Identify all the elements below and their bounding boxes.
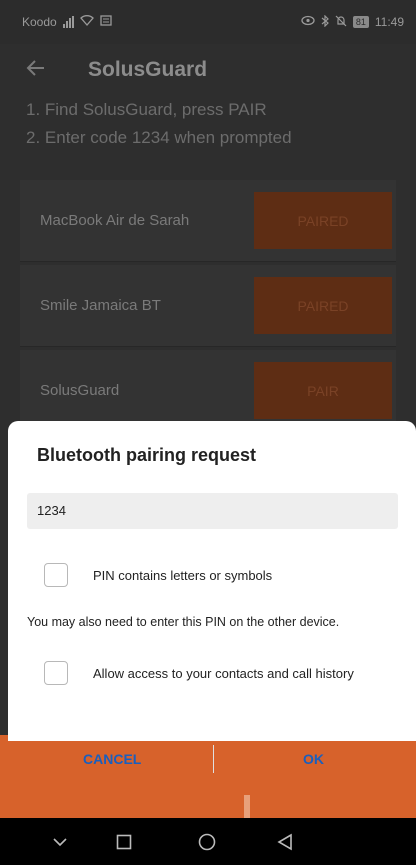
device-name: SolusGuard [40, 382, 120, 399]
contacts-access-option[interactable]: Allow access to your contacts and call h… [44, 661, 354, 685]
instruction-step-1: 1. Find SolusGuard, press PAIR [26, 100, 267, 119]
pin-letters-label: PIN contains letters or symbols [93, 567, 273, 583]
silent-icon [335, 15, 347, 30]
contacts-access-checkbox[interactable] [44, 661, 68, 685]
pin-letters-checkbox[interactable] [44, 563, 68, 587]
notification-icon [100, 15, 112, 29]
device-row: Smile Jamaica BT PAIRED [20, 265, 396, 347]
carrier-label: Koodo [22, 15, 57, 29]
pin-input[interactable] [27, 493, 398, 529]
status-bar: Koodo 81 11:49 [0, 0, 416, 44]
clock: 11:49 [374, 15, 404, 29]
pin-letters-option[interactable]: PIN contains letters or symbols [44, 563, 272, 587]
device-row: SolusGuard PAIR [20, 350, 396, 432]
toolbar: SolusGuard [0, 44, 416, 96]
recents-square-icon[interactable] [94, 818, 154, 865]
dialog-title: Bluetooth pairing request [37, 445, 257, 465]
wifi-icon [79, 15, 94, 29]
home-circle-icon[interactable] [177, 818, 237, 865]
bluetooth-pairing-dialog: Bluetooth pairing request PIN contains l… [8, 421, 416, 773]
chevron-down-icon[interactable] [30, 818, 90, 865]
signal-icon [62, 16, 74, 28]
ok-button[interactable]: OK [303, 751, 324, 767]
app-title: SolusGuard [88, 58, 208, 81]
instruction-step-2: 2. Enter code 1234 when prompted [26, 128, 292, 147]
back-triangle-icon[interactable] [255, 818, 315, 865]
contacts-access-label: Allow access to your contacts and call h… [93, 665, 354, 681]
device-row: MacBook Air de Sarah PAIRED [20, 180, 396, 262]
paired-button[interactable]: PAIRED [254, 192, 392, 249]
device-name: MacBook Air de Sarah [40, 212, 190, 229]
system-nav-bar [0, 818, 416, 865]
pairing-info-text: You may also need to enter this PIN on t… [27, 615, 340, 629]
paired-button[interactable]: PAIRED [254, 277, 392, 334]
battery-icon: 81 [352, 16, 369, 28]
device-list: MacBook Air de Sarah PAIRED Smile Jamaic… [20, 180, 396, 435]
bluetooth-icon [321, 14, 329, 30]
cancel-button[interactable]: CANCEL [83, 751, 141, 767]
pair-button[interactable]: PAIR [254, 362, 392, 419]
dialog-button-divider [213, 745, 214, 773]
bottom-bar-divider [244, 795, 250, 818]
eye-comfort-icon [301, 15, 315, 29]
device-name: Smile Jamaica BT [40, 297, 161, 314]
back-arrow-icon[interactable] [26, 56, 66, 84]
bottom-action-bar [0, 735, 416, 818]
